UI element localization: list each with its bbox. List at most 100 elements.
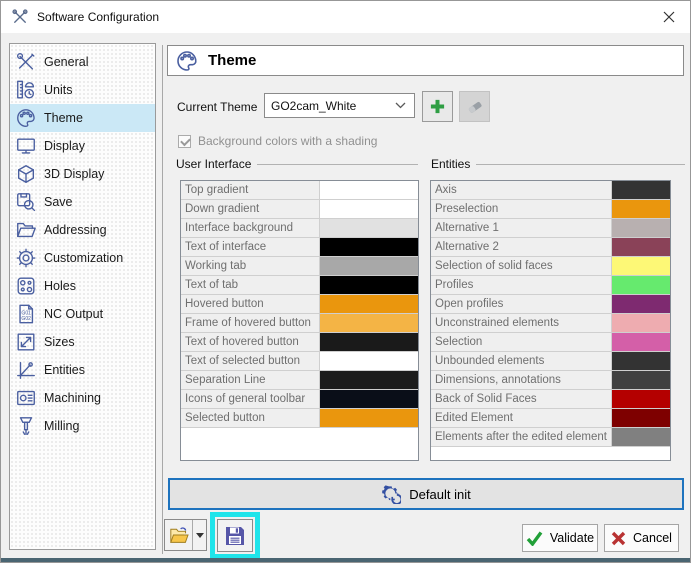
color-swatch[interactable] <box>612 238 670 256</box>
color-row-label: Back of Solid Faces <box>431 390 612 408</box>
color-row-label: Hovered button <box>181 295 320 313</box>
current-theme-select[interactable]: GO2cam_White <box>264 93 415 118</box>
color-row: Interface background <box>181 219 418 238</box>
software-configuration-dialog: Software Configuration General Units The… <box>0 0 691 563</box>
plus-icon <box>429 98 446 115</box>
group-rule <box>257 164 418 165</box>
sidebar-item-milling[interactable]: Milling <box>10 412 155 440</box>
default-init-button[interactable]: Default init <box>168 478 684 510</box>
color-swatch[interactable] <box>612 295 670 313</box>
color-row: Icons of general toolbar <box>181 390 418 409</box>
open-theme-button[interactable] <box>164 519 207 551</box>
sidebar-item-holes[interactable]: Holes <box>10 272 155 300</box>
color-row: Selected button <box>181 409 418 428</box>
theme-panel-header: Theme <box>167 45 684 76</box>
milling-tool-icon <box>15 415 37 437</box>
color-swatch[interactable] <box>612 352 670 370</box>
color-swatch[interactable] <box>320 219 418 237</box>
color-swatch[interactable] <box>612 371 670 389</box>
sidebar-item-units[interactable]: Units <box>10 76 155 104</box>
color-swatch[interactable] <box>612 333 670 351</box>
color-swatch[interactable] <box>612 276 670 294</box>
sidebar-item-save[interactable]: Save <box>10 188 155 216</box>
color-swatch[interactable] <box>320 238 418 256</box>
color-row-label: Open profiles <box>431 295 612 313</box>
sidebar-item-nc-output[interactable]: G01G02 NC Output <box>10 300 155 328</box>
color-swatch[interactable] <box>320 390 418 408</box>
color-swatch[interactable] <box>320 276 418 294</box>
color-swatch[interactable] <box>320 181 418 199</box>
sidebar-item-label: Milling <box>44 419 79 433</box>
close-icon <box>663 11 675 23</box>
entities-group-title: Entities <box>431 157 685 171</box>
save-theme-button[interactable] <box>217 519 253 552</box>
sidebar-item-label: Entities <box>44 363 85 377</box>
open-button-main[interactable] <box>165 520 193 550</box>
shading-checkbox[interactable] <box>178 135 191 148</box>
holes-icon <box>15 275 37 297</box>
open-button-dropdown[interactable] <box>193 520 206 550</box>
sidebar-item-label: 3D Display <box>44 167 104 181</box>
sidebar-item-theme[interactable]: Theme <box>10 104 155 132</box>
color-swatch[interactable] <box>320 295 418 313</box>
machine-icon <box>15 387 37 409</box>
sidebar-item-label: Holes <box>44 279 76 293</box>
color-row-label: Alternative 2 <box>431 238 612 256</box>
sidebar-item-label: Customization <box>44 251 123 265</box>
diagonal-arrow-icon <box>15 331 37 353</box>
delete-theme-button[interactable] <box>459 91 490 122</box>
sidebar-item-3d-display[interactable]: 3D Display <box>10 160 155 188</box>
user-interface-group-title: User Interface <box>176 157 418 171</box>
sidebar-item-label: Display <box>44 139 85 153</box>
cancel-button[interactable]: Cancel <box>604 524 679 552</box>
color-swatch[interactable] <box>320 333 418 351</box>
color-swatch[interactable] <box>320 409 418 427</box>
color-row-label: Text of interface <box>181 238 320 256</box>
color-swatch[interactable] <box>320 257 418 275</box>
sidebar-item-label: Addressing <box>44 223 107 237</box>
color-swatch[interactable] <box>612 428 670 446</box>
monitor-icon <box>15 135 37 157</box>
sidebar-item-label: NC Output <box>44 307 103 321</box>
sidebar-item-machining[interactable]: Machining <box>10 384 155 412</box>
color-row-label: Selection of solid faces <box>431 257 612 275</box>
color-swatch[interactable] <box>612 219 670 237</box>
color-row: Selection <box>431 333 670 352</box>
color-row: Working tab <box>181 257 418 276</box>
color-row: Separation Line <box>181 371 418 390</box>
sidebar-item-customization[interactable]: Customization <box>10 244 155 272</box>
sidebar-item-general[interactable]: General <box>10 48 155 76</box>
color-row: Text of hovered button <box>181 333 418 352</box>
color-swatch[interactable] <box>320 200 418 218</box>
color-row: Unconstrained elements <box>431 314 670 333</box>
validate-button[interactable]: Validate <box>522 524 598 552</box>
shading-checkbox-label: Background colors with a shading <box>198 134 377 148</box>
color-swatch[interactable] <box>320 314 418 332</box>
sidebar-item-display[interactable]: Display <box>10 132 155 160</box>
open-folder-icon <box>169 526 189 544</box>
color-swatch[interactable] <box>612 181 670 199</box>
geometry-icon <box>15 359 37 381</box>
color-swatch[interactable] <box>320 352 418 370</box>
color-swatch[interactable] <box>612 200 670 218</box>
color-swatch[interactable] <box>320 371 418 389</box>
sidebar-item-sizes[interactable]: Sizes <box>10 328 155 356</box>
color-row-label: Top gradient <box>181 181 320 199</box>
color-row: Text of interface <box>181 238 418 257</box>
sidebar-item-addressing[interactable]: Addressing <box>10 216 155 244</box>
sidebar-item-entities[interactable]: Entities <box>10 356 155 384</box>
title-bar: Software Configuration <box>1 1 690 33</box>
color-row-label: Dimensions, annotations <box>431 371 612 389</box>
color-swatch[interactable] <box>612 257 670 275</box>
add-theme-button[interactable] <box>422 91 453 122</box>
color-swatch[interactable] <box>612 409 670 427</box>
close-button[interactable] <box>660 8 678 26</box>
color-row: Back of Solid Faces <box>431 390 670 409</box>
color-swatch[interactable] <box>612 390 670 408</box>
color-row-label: Text of hovered button <box>181 333 320 351</box>
cancel-label: Cancel <box>633 531 672 545</box>
tools-icon <box>15 51 37 73</box>
eraser-icon <box>466 98 484 116</box>
group-rule <box>476 164 685 165</box>
color-swatch[interactable] <box>612 314 670 332</box>
